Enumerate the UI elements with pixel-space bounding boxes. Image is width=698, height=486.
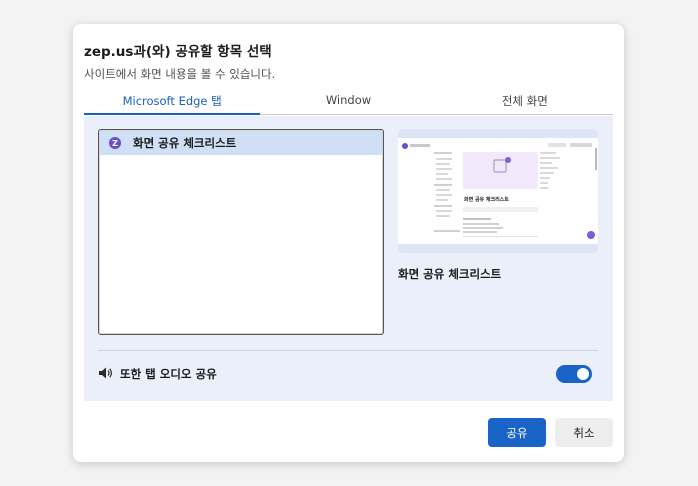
tab-preview-thumbnail[interactable]: 화면 공유 체크리스트: [398, 129, 598, 253]
dialog-subtitle: 사이트에서 화면 내용을 볼 수 있습니다.: [84, 67, 276, 81]
audio-share-label: 또한 탭 오디오 공유: [120, 367, 217, 381]
preview-heading: 화면 공유 체크리스트: [464, 196, 509, 203]
preview-caption: 화면 공유 체크리스트: [398, 267, 502, 281]
tab-listbox[interactable]: Z 화면 공유 체크리스트: [98, 129, 384, 335]
tab-picker-panel: Z 화면 공유 체크리스트 화면 공유 체크리스트 화면 공유 체크리스트 또한…: [84, 116, 613, 401]
source-tabs: Microsoft Edge 탭 Window 전체 화면: [84, 88, 613, 115]
preview-page-graphic: 화면 공유 체크리스트: [402, 143, 597, 239]
toggle-knob: [577, 368, 589, 380]
list-item-label: 화면 공유 체크리스트: [133, 136, 237, 150]
tab-edge-tabs[interactable]: Microsoft Edge 탭: [84, 88, 261, 115]
screen-share-dialog: zep.us과(와) 공유할 항목 선택 사이트에서 화면 내용을 볼 수 있습…: [73, 24, 624, 462]
audio-share-row: 또한 탭 오디오 공유: [98, 363, 598, 385]
cancel-button[interactable]: 취소: [555, 418, 613, 447]
list-item[interactable]: Z 화면 공유 체크리스트: [100, 131, 382, 155]
audio-share-toggle[interactable]: [556, 365, 592, 383]
tab-entire-screen[interactable]: 전체 화면: [437, 88, 613, 114]
share-button[interactable]: 공유: [488, 418, 546, 447]
tab-window[interactable]: Window: [260, 88, 436, 114]
speaker-icon: [98, 365, 114, 384]
zep-favicon-icon: Z: [109, 137, 121, 149]
divider: [98, 350, 598, 351]
dialog-title: zep.us과(와) 공유할 항목 선택: [84, 44, 272, 60]
preview-page: 화면 공유 체크리스트: [398, 138, 598, 244]
